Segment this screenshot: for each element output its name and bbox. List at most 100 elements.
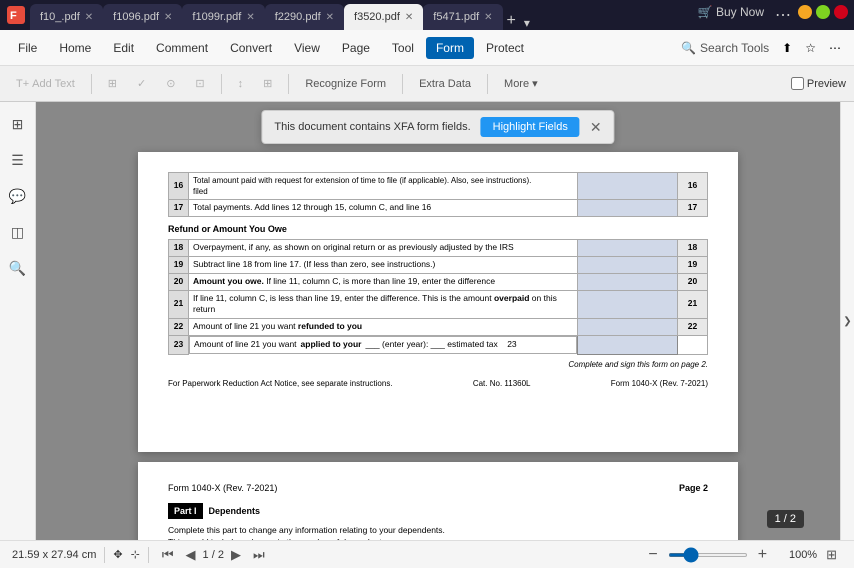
select-icon: ⊹ [131, 548, 140, 561]
toolbar-icon-3[interactable]: ⊙ [158, 70, 183, 98]
tab-f3520[interactable]: f3520.pdf ✕ [344, 4, 423, 30]
tab-f2290[interactable]: f2290.pdf ✕ [265, 4, 344, 30]
buy-now-button[interactable]: 🛒 Buy Now [694, 5, 768, 25]
toolbar-icon-6[interactable]: ⊞ [255, 70, 280, 98]
pdf-table-page1: 16 Total amount paid with request for ex… [168, 172, 708, 217]
footer-left: For Paperwork Reduction Act Notice, see … [168, 378, 393, 389]
tab-label: f1099r.pdf [192, 11, 241, 23]
toolbar-icon-1[interactable]: ⊞ [100, 70, 125, 98]
more-options-icon[interactable]: ⋯ [824, 39, 846, 57]
tab-label: f10_.pdf [40, 11, 80, 23]
more-button[interactable]: More ▾ [496, 70, 546, 98]
preview-label[interactable]: Preview [807, 78, 846, 90]
table-row: 22 Amount of line 21 you want refunded t… [169, 319, 708, 336]
part-label: Part I [168, 503, 203, 520]
menu-view[interactable]: View [284, 37, 330, 59]
toolbar-divider-5 [487, 74, 488, 94]
menu-comment[interactable]: Comment [146, 37, 218, 59]
close-button[interactable] [834, 5, 848, 19]
search-tools-button[interactable]: 🔍 Search Tools [681, 41, 769, 55]
toolbar-divider-2 [221, 74, 222, 94]
tab-f1099r[interactable]: f1099r.pdf ✕ [182, 4, 264, 30]
page2-header: Form 1040-X (Rev. 7-2021) Page 2 [168, 482, 708, 495]
extra-data-button[interactable]: Extra Data [411, 70, 479, 98]
zoom-percent-label: 100% [777, 549, 817, 561]
menu-form[interactable]: Form [426, 37, 474, 59]
close-tab-icon[interactable]: ✕ [164, 12, 172, 23]
sidebar-pages-icon[interactable]: ⊞ [4, 110, 32, 138]
tab-f5471[interactable]: f5471.pdf ✕ [423, 4, 502, 30]
cursor-icon: ✥ [113, 548, 122, 561]
share-icon[interactable]: ⬆ [777, 39, 797, 57]
recognize-form-button[interactable]: Recognize Form [297, 70, 394, 98]
sidebar-bookmarks-icon[interactable]: ☰ [4, 146, 32, 174]
minimize-button[interactable] [798, 5, 812, 19]
highlight-fields-button[interactable]: Highlight Fields [481, 117, 580, 137]
zoom-slider[interactable] [668, 553, 748, 557]
close-tab-icon[interactable]: ✕ [326, 12, 334, 23]
add-text-button[interactable]: T+ Add Text [8, 70, 83, 98]
menu-edit[interactable]: Edit [103, 37, 144, 59]
menu-tool[interactable]: Tool [382, 37, 424, 59]
page-label-p2: Page 2 [679, 482, 708, 495]
sidebar-search-icon[interactable]: 🔍 [4, 254, 32, 282]
close-tab-icon[interactable]: ✕ [405, 12, 413, 23]
table-row: 23 Amount of line 21 you want applied to… [169, 336, 708, 354]
page-nav-controls: ⏮ ◀ 1 / 2 ▶ ⏭ [157, 545, 270, 565]
close-tab-icon[interactable]: ✕ [85, 12, 93, 23]
tab-label: f2290.pdf [275, 11, 321, 23]
refund-section-header: Refund or Amount You Owe [168, 223, 708, 236]
table-row: 19 Subtract line 18 from line 17. (If le… [169, 256, 708, 273]
toolbar-icon-2[interactable]: ✓ [129, 70, 154, 98]
toolbar-divider-3 [288, 74, 289, 94]
svg-text:F: F [10, 10, 17, 22]
menu-convert[interactable]: Convert [220, 37, 282, 59]
menu-home[interactable]: Home [49, 37, 101, 59]
toolbar-icon-5[interactable]: ↕ [230, 70, 252, 98]
new-tab-button[interactable]: + [503, 12, 520, 30]
minimize-icon[interactable]: ⋯ [772, 5, 794, 25]
zoom-out-button[interactable]: − [642, 544, 663, 566]
right-sidebar-toggle[interactable]: ❯ [840, 102, 854, 540]
search-tools-label: Search Tools [700, 41, 769, 55]
menu-page[interactable]: Page [332, 37, 380, 59]
notification-banner: This document contains XFA form fields. … [261, 110, 614, 144]
menu-bar: File Home Edit Comment Convert View Page… [0, 30, 854, 66]
sidebar-comments-icon[interactable]: 💬 [4, 182, 32, 210]
preview-checkbox[interactable] [791, 77, 804, 90]
window-action-buttons: ⬆ ☆ ⋯ [777, 39, 846, 57]
pdf-table-refund: 18 Overpayment, if any, as shown on orig… [168, 239, 708, 355]
tab-label: f1096.pdf [113, 11, 159, 23]
tab-list-button[interactable]: ▾ [520, 16, 534, 30]
notification-close-icon[interactable]: ✕ [590, 119, 602, 136]
menu-file[interactable]: File [8, 37, 47, 59]
next-page-button[interactable]: ▶ [226, 545, 246, 565]
pdf-footer: For Paperwork Reduction Act Notice, see … [168, 378, 708, 389]
status-bar: 21.59 x 27.94 cm ✥ ⊹ ⏮ ◀ 1 / 2 ▶ ⏭ − + 1… [0, 540, 854, 568]
close-tab-icon[interactable]: ✕ [246, 12, 254, 23]
pdf-content-area: This document contains XFA form fields. … [36, 102, 840, 540]
tab-bar: f10_.pdf ✕ f1096.pdf ✕ f1099r.pdf ✕ f229… [30, 0, 690, 30]
fit-page-button[interactable]: ⊞ [821, 545, 842, 565]
app-icon: F [6, 5, 26, 25]
tab-f1096[interactable]: f1096.pdf ✕ [103, 4, 182, 30]
part-header: Part I Dependents [168, 503, 708, 520]
add-text-icon: T+ [16, 78, 29, 90]
sign-note: Complete and sign this form on page 2. [168, 359, 708, 370]
last-page-button[interactable]: ⏭ [248, 545, 270, 565]
dimensions-label: 21.59 x 27.94 cm [12, 549, 96, 561]
tab-label: f3520.pdf [354, 11, 400, 23]
bookmark-icon[interactable]: ☆ [800, 39, 821, 57]
part-title: Dependents [209, 505, 261, 518]
prev-page-button[interactable]: ◀ [181, 545, 201, 565]
menu-protect[interactable]: Protect [476, 37, 534, 59]
maximize-button[interactable] [816, 5, 830, 19]
pdf-page-2: Form 1040-X (Rev. 7-2021) Page 2 Part I … [138, 462, 738, 540]
zoom-in-button[interactable]: + [752, 544, 773, 566]
close-tab-icon[interactable]: ✕ [484, 12, 492, 23]
sidebar-layers-icon[interactable]: ◫ [4, 218, 32, 246]
tab-f10[interactable]: f10_.pdf ✕ [30, 4, 103, 30]
toolbar-icon-4[interactable]: ⊡ [187, 70, 212, 98]
table-row: 17 Total payments. Add lines 12 through … [169, 200, 708, 217]
first-page-button[interactable]: ⏮ [157, 545, 179, 565]
